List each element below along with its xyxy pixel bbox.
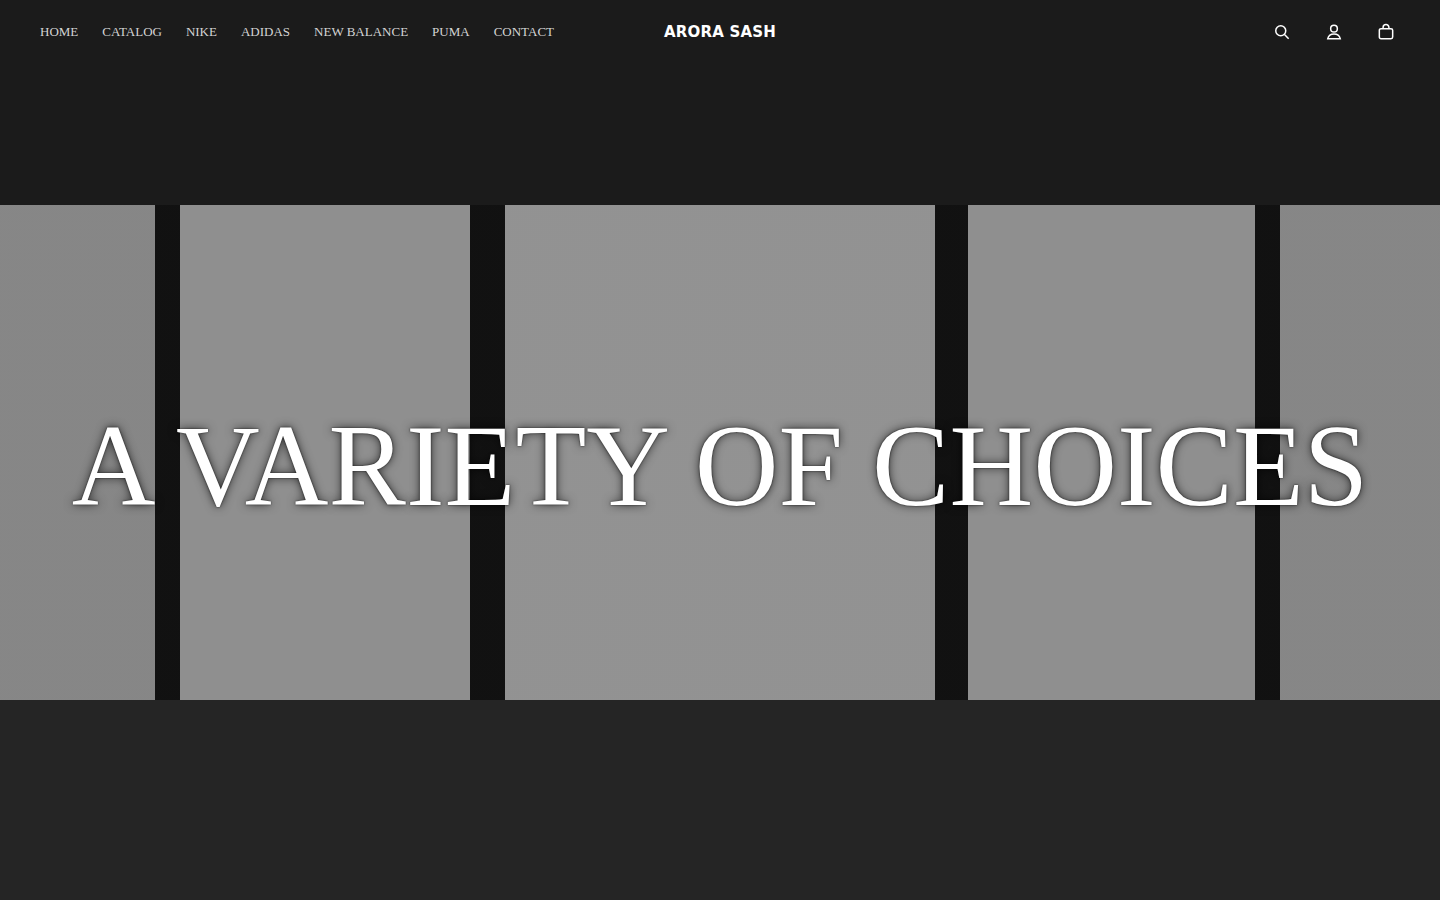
site-header: HOME CATALOG NIKE ADIDAS NEW BALANCE PUMA CONT…: [0, 0, 1440, 64]
cart-button[interactable]: [1372, 18, 1400, 46]
search-button[interactable]: [1268, 18, 1296, 46]
nav-link[interactable]: HOME: [40, 22, 78, 42]
nav-link[interactable]: PUMA: [432, 22, 470, 42]
nav-link[interactable]: CONTACT: [494, 22, 554, 42]
nav-link[interactable]: NEW BALANCE: [314, 22, 408, 42]
bag-icon: [1376, 22, 1396, 42]
user-icon: [1324, 22, 1344, 42]
brand-logo[interactable]: ARORA SASH: [664, 23, 776, 41]
nav-link[interactable]: ADIDAS: [241, 22, 290, 42]
hero-image: HOME CATALOG NIKE ADIDAS NEW BALANCE PUMA CONT…: [0, 0, 1440, 900]
main-nav: HOME CATALOG NIKE ADIDAS NEW BALANCE PUMA CONT…: [40, 22, 664, 42]
nav-link[interactable]: NIKE: [186, 22, 217, 42]
search-icon: [1272, 22, 1292, 42]
hero-headline: A VARIETY OF CHOICES: [72, 403, 1369, 531]
nav-link[interactable]: CATALOG: [102, 22, 162, 42]
account-button[interactable]: [1320, 18, 1348, 46]
